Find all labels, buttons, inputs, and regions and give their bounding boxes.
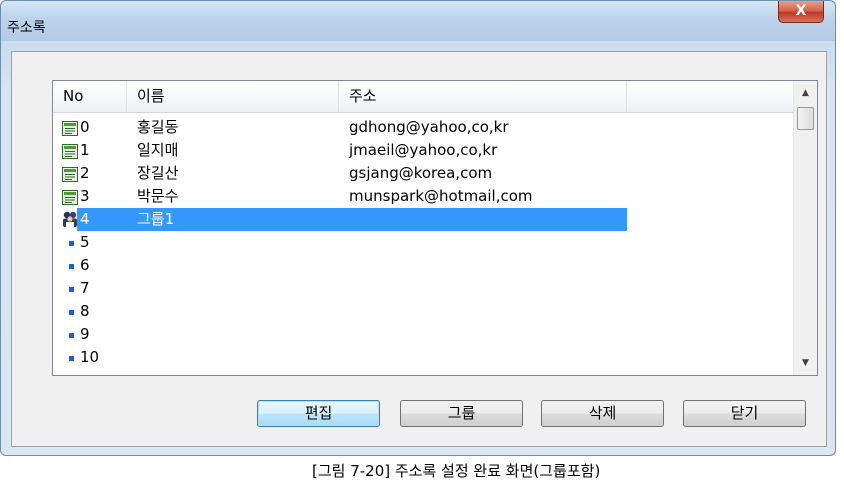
cell-address: gsjang@korea,com [349, 164, 493, 182]
list-item[interactable]: 9 [53, 323, 793, 346]
bullet-icon [69, 264, 74, 269]
edit-button[interactable]: 편집 [257, 400, 380, 427]
column-header-address[interactable]: 주소 [339, 81, 627, 112]
column-header-extra[interactable] [627, 81, 793, 112]
list-item[interactable]: 7 [53, 277, 793, 300]
group-icon [62, 210, 78, 228]
group-button[interactable]: 그룹 [400, 400, 523, 427]
bullet-icon [69, 310, 74, 315]
cell-no: 1 [80, 141, 90, 159]
scroll-up-arrow-icon[interactable]: ▲ [794, 83, 817, 103]
cell-name: 그룹1 [137, 210, 175, 228]
list-item[interactable]: 8 [53, 300, 793, 323]
cell-no: 3 [80, 187, 90, 205]
cell-no: 5 [80, 233, 90, 251]
cell-address: gdhong@yahoo,co,kr [349, 118, 509, 136]
close-window-button[interactable]: X [778, 1, 824, 23]
cell-no: 4 [80, 210, 90, 228]
column-header-no[interactable]: No [53, 81, 127, 112]
cell-no: 6 [80, 256, 90, 274]
list-item[interactable]: 6 [53, 254, 793, 277]
cell-no: 10 [80, 348, 100, 366]
column-header-name[interactable]: 이름 [127, 81, 339, 112]
bullet-icon [69, 356, 74, 361]
cell-no: 8 [80, 302, 90, 320]
cell-no: 9 [80, 325, 90, 343]
list-item[interactable]: 2 장길산 gsjang@korea,com [53, 162, 793, 185]
address-book-dialog: 주소록 X No 이름 주소 0 홍길동 gdhong@yahoo,co,kr 1 일지… [0, 0, 836, 456]
bullet-icon [69, 287, 74, 292]
cell-no: 0 [80, 118, 90, 136]
cell-name: 일지매 [137, 141, 179, 159]
list-item[interactable]: 0 홍길동 gdhong@yahoo,co,kr [53, 116, 793, 139]
address-book-icon [62, 120, 78, 136]
cell-address: jmaeil@yahoo,co,kr [349, 141, 498, 159]
cell-no: 2 [80, 164, 90, 182]
address-book-icon [62, 166, 78, 182]
address-list[interactable]: No 이름 주소 0 홍길동 gdhong@yahoo,co,kr 1 일지매 jmaei… [52, 80, 818, 376]
close-button[interactable]: 닫기 [683, 400, 806, 427]
title-bar[interactable]: 주소록 X [1, 1, 835, 41]
cell-no: 7 [80, 279, 90, 297]
close-icon: X [795, 3, 807, 19]
dialog-body: No 이름 주소 0 홍길동 gdhong@yahoo,co,kr 1 일지매 jmaei… [11, 51, 827, 447]
cell-name: 홍길동 [137, 118, 179, 136]
cell-address: munspark@hotmail,com [349, 187, 533, 205]
bullet-icon [69, 241, 74, 246]
list-item[interactable]: 1 일지매 jmaeil@yahoo,co,kr [53, 139, 793, 162]
cell-name: 장길산 [137, 164, 179, 182]
list-item[interactable]: 10 [53, 346, 793, 369]
list-item[interactable]: 3 박문수 munspark@hotmail,com [53, 185, 793, 208]
cell-name: 박문수 [137, 187, 179, 205]
scroll-thumb[interactable] [797, 107, 814, 130]
vertical-scrollbar[interactable]: ▲ ▼ [793, 81, 817, 375]
list-item[interactable]: 4 그룹1 [53, 208, 793, 231]
address-book-icon [62, 189, 78, 205]
bullet-icon [69, 333, 74, 338]
scroll-down-arrow-icon[interactable]: ▼ [794, 353, 817, 373]
list-header: No 이름 주소 [53, 81, 793, 113]
figure-caption: [그림 7-20] 주소록 설정 완료 화면(그룹포함) [312, 462, 601, 480]
window-title: 주소록 [7, 20, 46, 36]
delete-button[interactable]: 삭제 [541, 400, 664, 427]
list-item[interactable]: 5 [53, 231, 793, 254]
address-book-icon [62, 143, 78, 159]
